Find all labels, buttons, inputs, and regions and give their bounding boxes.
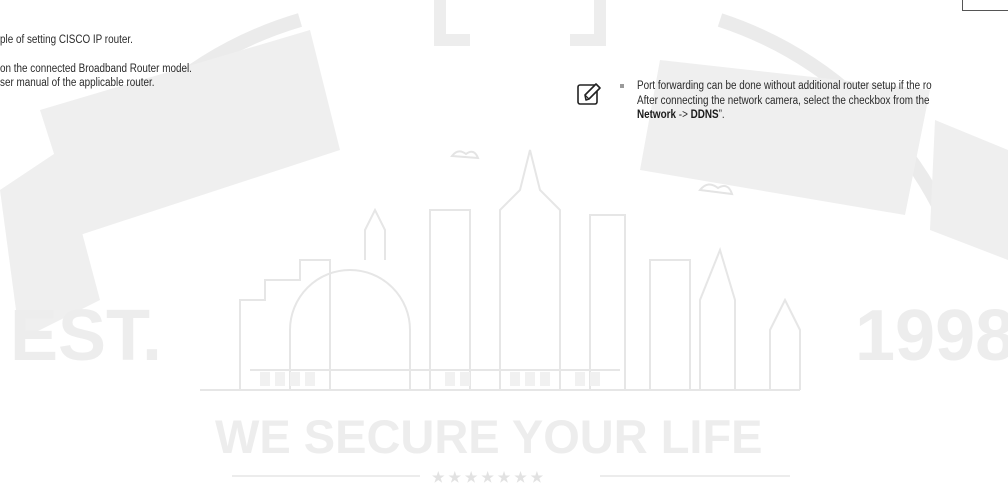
header-tab: rt [962,0,1008,11]
left-line-1: ple of setting CISCO IP router. [0,34,133,46]
left-column-text: ple of setting CISCO IP router. on the c… [0,33,258,90]
watermark-est: EST. [10,296,162,376]
note-line-1: Port forwarding can be done without addi… [637,80,932,92]
note-text: Port forwarding can be done without addi… [637,79,932,123]
menu-arrow: -> [676,109,691,121]
watermark-stars: ★ ★ ★ ★ ★ ★ ★ [432,469,544,485]
ddns-menu-label: DDNS [690,109,719,121]
watermark-year: 1998 [855,296,1008,376]
network-menu-label: Network [637,109,677,121]
left-line-2: on the connected Broadband Router model. [0,63,192,75]
watermark-bracket [434,0,606,46]
watermark-slogan: WE SECURE YOUR LIFE [215,410,763,463]
left-line-3: ser manual of the applicable router. [0,77,155,89]
note-icon [577,83,601,105]
note-line-2: After connecting the network camera, sel… [637,94,930,107]
note-bullet [620,84,624,88]
note-line-3-end: ”. [718,109,725,121]
skyline-icon [200,149,801,391]
note-line-3: Network -> DDNS”. [637,108,932,123]
